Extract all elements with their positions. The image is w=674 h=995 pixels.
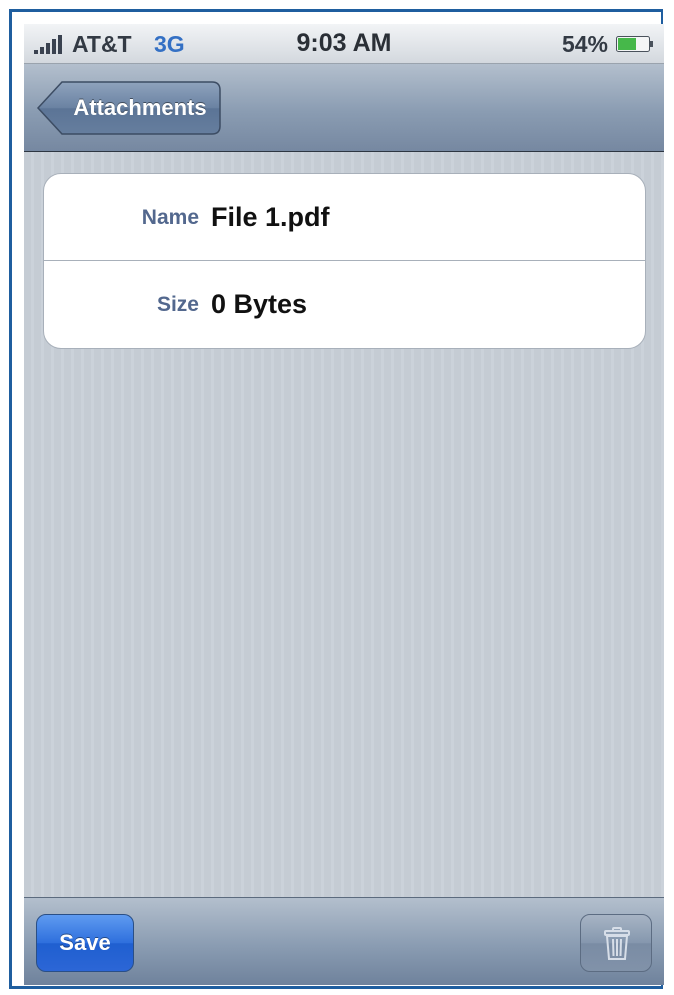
battery-percent: 54% <box>561 31 608 57</box>
navigation-bar: Attachments <box>24 64 664 152</box>
back-button[interactable]: Attachments <box>36 80 222 136</box>
size-label: Size <box>156 293 199 316</box>
save-button[interactable]: Save <box>36 914 134 972</box>
battery-icon <box>616 36 653 52</box>
status-bar: AT&T 3G 9:03 AM 54% <box>24 24 664 64</box>
delete-button[interactable] <box>580 914 652 972</box>
back-button-label: Attachments <box>73 95 207 120</box>
bottom-toolbar: Save <box>24 897 664 985</box>
name-label: Name <box>141 206 199 229</box>
content-area: Name File 1.pdf Size 0 Bytes <box>24 152 664 897</box>
name-value: File 1.pdf <box>211 202 330 232</box>
size-row: Size 0 Bytes <box>44 261 645 348</box>
size-value: 0 Bytes <box>211 289 308 319</box>
name-row: Name File 1.pdf <box>44 174 645 261</box>
phone-screen: AT&T 3G 9:03 AM 54% Attachments Name Fil… <box>24 24 664 985</box>
trash-icon <box>604 927 630 960</box>
attachment-details: Name File 1.pdf Size 0 Bytes <box>43 173 646 349</box>
